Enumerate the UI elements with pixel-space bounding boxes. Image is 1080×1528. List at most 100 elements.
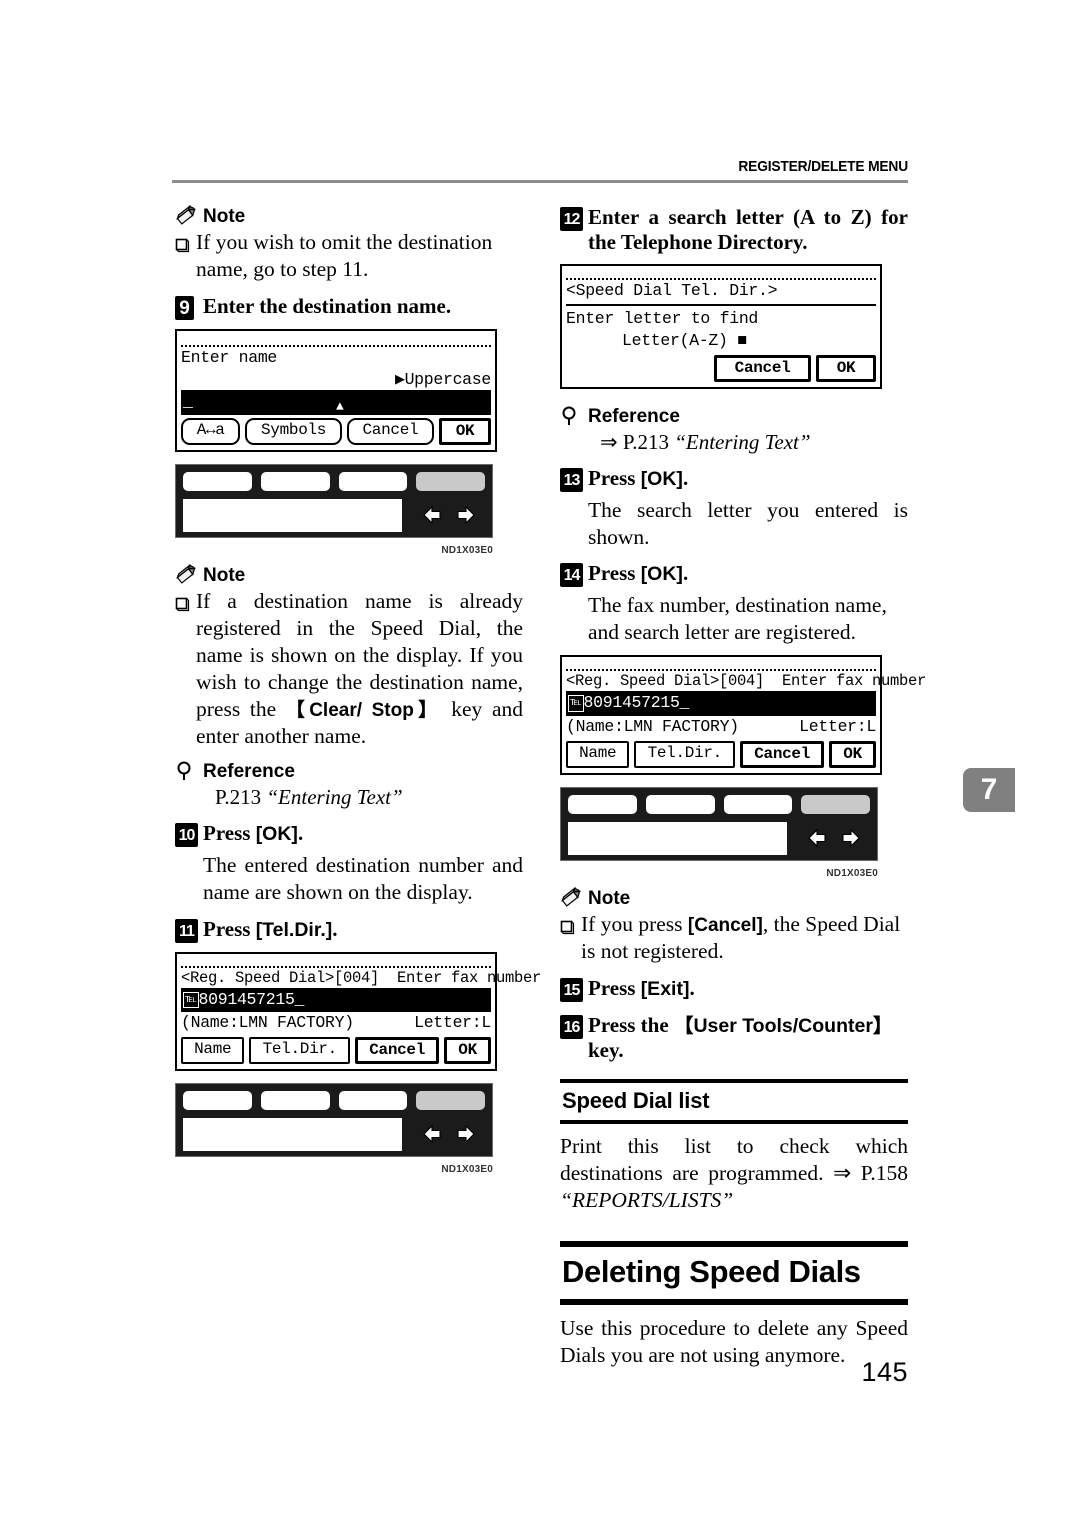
lcd-button-cancel[interactable]: Cancel — [346, 417, 435, 445]
softkey-3[interactable] — [723, 794, 793, 814]
control-panel-figure-2: ND1X03E0 — [175, 1083, 493, 1175]
lcd-button-teldir[interactable]: Tel.Dir. — [249, 1037, 351, 1065]
right-column: 12 Enter a search letter (A to Z) for th… — [560, 205, 927, 1369]
softkey-1[interactable] — [183, 471, 252, 491]
step-10: 10 Press [OK]. — [175, 821, 523, 847]
step-16: 16 Press the 【User Tools/Counter】 key. — [560, 1013, 908, 1064]
right-arrow-icon[interactable] — [451, 1117, 486, 1151]
step-14-body: The fax number, destination name, and se… — [588, 593, 887, 645]
lcd-button-symbols[interactable]: Symbols — [245, 417, 342, 445]
step-14-number: 14 — [560, 561, 583, 588]
note-item-3: If you press [Cancel], the Speed Dial is… — [560, 911, 908, 965]
lcd-button-ok[interactable]: OK — [444, 1037, 491, 1065]
lcd-teldir-title: <Speed Dial Tel. Dir.> — [566, 281, 778, 301]
control-panel-arrows-2 — [412, 1117, 486, 1151]
step-10-number: 10 — [175, 821, 198, 847]
step-11-text: Press [Tel.Dir.]. — [203, 916, 338, 941]
lcd-enter-name: Enter name ▶Uppercase _ ▲ A↔a Symbols Can… — [175, 328, 497, 452]
step-9: 9 Enter the destination name. — [175, 294, 523, 320]
step-9-number: 9 — [175, 294, 198, 320]
softkey-2[interactable] — [260, 1091, 330, 1111]
note-item-2-text: If a destination name is already registe… — [196, 588, 523, 750]
softkey-3[interactable] — [338, 1091, 408, 1111]
reference-body-1: P.213 “Entering Text” — [175, 784, 523, 810]
softkey-2[interactable] — [260, 471, 330, 491]
lcd-reg-speed-dial-1: <Reg. Speed Dial>[004] Enter fax number … — [175, 951, 542, 1072]
lcd-enter-name-input[interactable]: _ ▲ — [181, 390, 491, 415]
note-item-2: If a destination name is already registe… — [175, 588, 523, 750]
step-16-number: 16 — [560, 1013, 583, 1039]
pencil-icon — [560, 886, 584, 909]
ok-key-label: [OK] — [640, 467, 683, 490]
step-11: 11 Press [Tel.Dir.]. — [175, 917, 523, 943]
lcd-title-2: <Reg. Speed Dial>[004] Enter fax number — [566, 671, 927, 690]
note-item-3-text: If you press [Cancel], the Speed Dial is… — [581, 911, 901, 963]
softkey-2[interactable] — [645, 794, 715, 814]
note-label-1: Note — [203, 206, 246, 228]
step-13-text: Press [OK]. — [588, 465, 689, 490]
lcd-button-ok[interactable]: OK — [816, 354, 877, 382]
softkey-3[interactable] — [338, 471, 408, 491]
figure-id-2: ND1X03E0 — [441, 1164, 493, 1176]
softkey-1[interactable] — [183, 1091, 252, 1111]
right-arrow-icon[interactable] — [836, 821, 871, 855]
left-arrow-icon[interactable] — [412, 498, 447, 532]
note-item-1-text: If you wish to omit the destination name… — [196, 230, 493, 281]
figure-id-1: ND1X03E0 — [441, 544, 493, 556]
left-arrow-icon[interactable] — [797, 821, 832, 855]
lcd-button-name[interactable]: Name — [566, 740, 630, 768]
page-number: 145 — [861, 1357, 908, 1387]
control-panel-keys-2 — [183, 1091, 485, 1111]
control-panel-keys-3 — [568, 794, 870, 814]
lcd-button-cancel[interactable]: Cancel — [740, 740, 825, 768]
step-13: 13 Press [OK]. — [560, 466, 908, 492]
lcd-button-case-toggle[interactable]: A↔a — [181, 417, 241, 445]
softkey-4-highlighted[interactable] — [416, 471, 485, 491]
lcd-buttons-1: Name Tel.Dir. Cancel OK — [181, 1037, 491, 1065]
lcd-name-letter-row-2: (Name:LMN FACTORY) Letter:L — [566, 716, 876, 738]
clear-stop-key-label: 【Clear/ Stop】 — [285, 699, 442, 721]
step-14: 14 Press [OK]. — [560, 561, 908, 588]
lcd-blank-row — [566, 269, 876, 278]
lcd-enter-name-buttons: A↔a Symbols Cancel OK — [181, 417, 492, 445]
cross-ref-title: “REPORTS/LISTS” — [560, 1187, 734, 1212]
lcd-title-1: <Reg. Speed Dial>[004] Enter fax number — [181, 968, 542, 987]
lcd-fax-number-row-1[interactable]: ℡ 8091457215_ — [181, 987, 491, 1013]
lcd-fax-number-2: 8091457215_ — [583, 693, 690, 713]
lcd-button-cancel[interactable]: Cancel — [714, 354, 812, 382]
softkey-4-highlighted[interactable] — [801, 794, 870, 814]
left-arrow-icon[interactable] — [412, 1117, 447, 1151]
lcd-button-name[interactable]: Name — [181, 1037, 245, 1065]
note-heading-1: Note — [175, 204, 523, 228]
control-panel-screen-2 — [183, 1118, 402, 1152]
lcd-button-teldir[interactable]: Tel.Dir. — [634, 740, 736, 768]
cross-ref-arrow: ⇒ — [833, 1160, 852, 1185]
section-speed-dial-list: Speed Dial list — [560, 1079, 908, 1125]
right-arrow-icon[interactable] — [451, 498, 486, 532]
lcd-enter-name-line1: Enter name — [181, 347, 278, 367]
lcd-button-cancel[interactable]: Cancel — [355, 1037, 440, 1065]
reference-title-2: “Entering Text” — [674, 429, 811, 454]
note-item-1: If you wish to omit the destination name… — [175, 229, 523, 283]
text-cursor-icon: ■ — [737, 330, 747, 350]
magnifier-icon — [175, 760, 199, 782]
lcd-teldir-line1: Enter letter to find — [566, 309, 759, 329]
reference-heading-1: Reference — [175, 760, 523, 782]
checkbox-icon — [560, 911, 581, 942]
lcd-teldir-line2: Letter(A-Z) ■ — [622, 330, 747, 350]
reference-page-1: P.213 — [215, 784, 262, 809]
lcd-reg-speed-dial-2: <Reg. Speed Dial>[004] Enter fax number … — [560, 654, 927, 775]
softkey-4-highlighted[interactable] — [416, 1091, 485, 1111]
softkey-1[interactable] — [568, 794, 637, 814]
lcd-buttons-2: Name Tel.Dir. Cancel OK — [566, 740, 876, 768]
reference-body-2: ⇒ P.213 “Entering Text” — [560, 429, 908, 455]
lcd-button-ok[interactable]: OK — [829, 740, 876, 768]
control-panel-figure-3: ND1X03E0 — [560, 786, 878, 879]
lcd-button-ok[interactable]: OK — [439, 417, 492, 445]
control-panel-screen-3 — [568, 821, 787, 855]
fax-icon: ℡ — [568, 695, 584, 712]
user-tools-counter-key-label: 【User Tools/Counter】 — [673, 1014, 893, 1037]
lcd-fax-number-row-2[interactable]: ℡ 8091457215_ — [566, 691, 876, 716]
reference-label-2: Reference — [588, 405, 680, 427]
step-15-number: 15 — [560, 976, 583, 1002]
